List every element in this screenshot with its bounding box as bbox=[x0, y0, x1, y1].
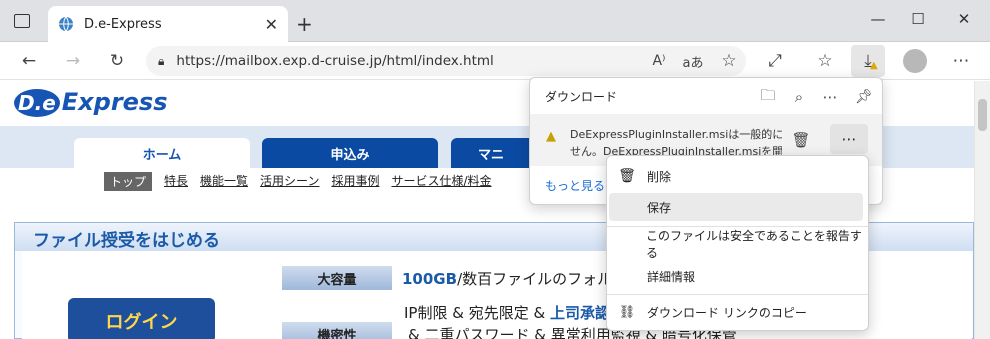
minimize-icon[interactable]: — bbox=[868, 10, 888, 28]
immersive-reader-icon[interactable]: ⤢ bbox=[762, 48, 788, 74]
warning-icon: ▲ bbox=[546, 129, 556, 144]
lock-icon[interactable]: 🔒︎ bbox=[158, 54, 164, 69]
menu-item-details-label: 詳細情報 bbox=[647, 269, 696, 284]
download-more-button[interactable]: ⋯ bbox=[830, 124, 868, 154]
logo-mark: D.e bbox=[14, 89, 60, 117]
subnav-cases[interactable]: 採用事例 bbox=[331, 172, 379, 191]
tab-title: D.e-Express bbox=[84, 16, 162, 32]
url-text: https://mailbox.exp.d-cruise.jp/html/ind… bbox=[176, 53, 494, 69]
forward-icon[interactable]: → bbox=[60, 48, 86, 74]
tab-actions-icon[interactable] bbox=[14, 14, 30, 28]
warning-badge-icon: ▲ bbox=[870, 60, 878, 71]
open-folder-icon[interactable]: 🗀︎ bbox=[755, 84, 781, 110]
search-icon[interactable]: ⌕ bbox=[786, 84, 812, 110]
close-window-icon[interactable]: ✕ bbox=[954, 10, 974, 28]
subnav-top[interactable]: トップ bbox=[104, 172, 153, 191]
menu-item-save[interactable]: 保存 bbox=[609, 193, 863, 221]
settings-more-icon[interactable]: ⋯ bbox=[948, 48, 974, 74]
browser-tab[interactable]: D.e-Express ✕ bbox=[48, 6, 288, 42]
globe-icon bbox=[59, 16, 73, 32]
subnav-functions[interactable]: 機能一覧 bbox=[200, 172, 248, 191]
nav-tab-apply[interactable]: 申込み bbox=[262, 138, 438, 168]
menu-item-report-safe-label: このファイルは安全であることを報告する bbox=[645, 229, 862, 260]
sub-navigation: トップ 特長 機能一覧 活用シーン 採用事例 サービス仕様/料金 bbox=[104, 172, 492, 191]
pin-icon[interactable]: 📌︎ bbox=[851, 84, 877, 110]
link-icon: ⛓︎ bbox=[618, 304, 636, 320]
trash-icon: 🗑︎ bbox=[618, 168, 636, 184]
feature-text-security: IP制限 & 宛先限定 & 上司承認 bbox=[404, 302, 610, 323]
see-more-link[interactable]: もっと見る bbox=[545, 177, 605, 194]
feature-strong-capacity: 100GB bbox=[402, 270, 458, 288]
nav-tab-home[interactable]: ホーム bbox=[74, 138, 250, 168]
menu-item-delete-label: 削除 bbox=[647, 169, 672, 184]
nav-tab-manual[interactable]: マニ bbox=[451, 138, 531, 168]
logo-text: Express bbox=[61, 88, 168, 116]
feature-label-capacity: 大容量 bbox=[282, 266, 392, 290]
menu-divider-2 bbox=[607, 294, 868, 295]
feature-strong-security: 上司承認 bbox=[549, 304, 610, 322]
translate-icon[interactable]: aあ bbox=[680, 48, 706, 74]
menu-item-copy-link[interactable]: ⛓︎ ダウンロード リンクのコピー bbox=[607, 298, 868, 326]
subnav-specs[interactable]: サービス仕様/料金 bbox=[391, 172, 491, 191]
delete-download-icon[interactable]: 🗑︎ bbox=[788, 127, 814, 153]
download-message-line1: DeExpressPluginInstaller.msiは一般的にダ bbox=[570, 128, 782, 141]
close-tab-icon[interactable]: ✕ bbox=[265, 15, 278, 34]
menu-item-copy-link-label: ダウンロード リンクのコピー bbox=[647, 305, 807, 320]
maximize-icon[interactable]: ☐ bbox=[908, 10, 928, 28]
downloads-title: ダウンロード bbox=[545, 90, 618, 104]
new-tab-button[interactable]: + bbox=[296, 12, 313, 36]
feature-rest-security: IP制限 & 宛先限定 & bbox=[404, 304, 550, 322]
menu-item-report-safe[interactable]: このファイルは安全であることを報告する bbox=[607, 229, 868, 260]
menu-item-delete[interactable]: 🗑︎ 削除 bbox=[607, 162, 868, 190]
feature-rest-capacity: /数百ファイルのフォル bbox=[457, 270, 613, 288]
site-logo[interactable]: D.e Express bbox=[14, 88, 168, 117]
menu-item-details[interactable]: 詳細情報 bbox=[607, 262, 868, 290]
scrollbar[interactable] bbox=[974, 81, 990, 339]
back-icon[interactable]: ← bbox=[16, 48, 42, 74]
favorites-icon[interactable]: ☆ bbox=[812, 48, 838, 74]
add-favorite-icon[interactable]: ☆ bbox=[716, 48, 742, 74]
profile-avatar[interactable] bbox=[903, 49, 927, 73]
read-aloud-icon[interactable]: A⁾ bbox=[646, 48, 672, 74]
feature-text-capacity: 100GB/数百ファイルのフォル bbox=[402, 268, 612, 289]
subnav-features[interactable]: 特長 bbox=[164, 172, 188, 191]
scrollbar-thumb[interactable] bbox=[978, 99, 987, 131]
feature-label-security: 機密性 bbox=[282, 322, 392, 339]
more-options-icon[interactable]: ⋯ bbox=[817, 84, 843, 110]
menu-item-save-label: 保存 bbox=[647, 200, 672, 215]
subnav-scenes[interactable]: 活用シーン bbox=[260, 172, 319, 191]
login-button[interactable]: ログイン bbox=[68, 298, 215, 339]
refresh-icon[interactable]: ↻ bbox=[104, 48, 130, 74]
